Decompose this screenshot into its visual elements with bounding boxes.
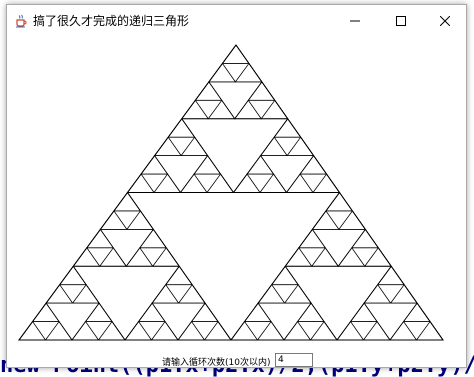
triangle-segment [338,210,367,230]
triangle-segment [194,81,223,101]
triangle-segment [309,320,338,341]
triangle-segment [283,320,312,341]
triangle-segment [246,154,275,175]
triangle-segment [140,154,169,175]
triangle-segment [150,320,179,341]
triangle-segment [167,118,196,138]
triangle-segment [349,302,378,322]
triangle-segment [71,284,100,304]
triangle-segment [206,173,235,193]
triangle-segment [389,320,418,341]
iterations-input[interactable] [275,353,313,367]
triangle-segment [285,173,314,193]
triangle-segment [86,228,115,249]
triangle-segment [44,320,73,341]
triangle-segment [402,302,431,322]
triangle-segment [362,320,391,341]
java-cup-icon [14,13,28,28]
triangle-segment [31,302,60,322]
maximize-icon [396,11,406,30]
triangle-segment [153,173,182,193]
triangle-segment [351,228,380,249]
triangle-segment [260,99,289,120]
triangle-segment [299,154,328,175]
minimize-icon [350,11,360,30]
triangle-segment [151,284,180,304]
triangle-segment [256,320,285,341]
triangle-segment [84,302,113,322]
triangle-segment [221,44,250,64]
triangle-segment [193,154,222,175]
triangle-segment [233,99,263,120]
triangle-segment [363,247,393,267]
triangle-segment [177,284,206,304]
triangle-segment [325,191,354,212]
triangle-segment [99,210,128,230]
maximize-button[interactable] [378,5,424,35]
triangle-segment [298,228,327,249]
minimize-button[interactable] [332,5,378,35]
triangle-segment [259,136,288,157]
triangle-segment [177,320,206,341]
triangle-segment [243,302,272,322]
triangle-segment [257,284,286,304]
triangle-segment [310,247,340,267]
triangle-segment [125,247,154,267]
triangle-segment [151,247,181,267]
title-bar[interactable]: 搞了很久才完成的递归三角形 [7,5,466,35]
triangle-segment [139,228,168,249]
close-button[interactable] [422,5,468,35]
triangle-segment [389,284,418,304]
triangle-segment [190,302,219,322]
triangle-segment [153,136,182,157]
triangle-segment [180,136,209,157]
triangle-segment [124,320,153,341]
triangle-segment [72,247,101,267]
triangle-segment [164,265,193,286]
triangle-segment [207,99,236,120]
triangle-segment [58,265,87,286]
triangle-segment [230,320,259,341]
triangle-segment [273,118,302,138]
triangle-segment [296,302,325,322]
iterations-prompt: 请输入循环次数(10次以内) [162,358,271,368]
triangle-segment [18,320,47,341]
triangle-segment [126,173,155,193]
triangle-segment [286,136,315,157]
triangle-segment [363,284,392,304]
triangle-segment [180,99,210,120]
triangle-segment [270,265,299,286]
triangle-segment [284,247,313,267]
triangle-segment [203,320,232,341]
triangle-segment [415,320,444,341]
triangle-segment [45,284,74,304]
close-icon [439,11,451,30]
triangle-segment [113,191,142,212]
triangle-segment [234,62,263,83]
sierpinski-triangle [18,44,444,341]
triangle-segment [126,210,155,230]
triangle-segment [208,62,237,83]
triangle-segment [179,173,208,193]
triangle-segment [97,320,126,341]
drawing-canvas [7,35,466,367]
input-row: 请输入循环次数(10次以内) [7,353,466,369]
triangle-segment [232,173,261,193]
triangle-segment [247,81,276,101]
triangle-segment [336,320,365,341]
triangle-segment [337,247,366,267]
triangle-segment [137,302,166,322]
triangle-segment [311,210,340,230]
triangle-segment [312,173,341,193]
window-title: 搞了很久才完成的递归三角形 [33,14,190,28]
triangle-segment [259,173,288,193]
app-window: 搞了很久才完成的递归三角形 请输入循环次数(10次以内) [6,4,467,368]
triangle-segment [283,284,312,304]
triangle-segment [98,247,128,267]
triangle-segment [71,320,100,341]
triangle-segment [376,265,405,286]
